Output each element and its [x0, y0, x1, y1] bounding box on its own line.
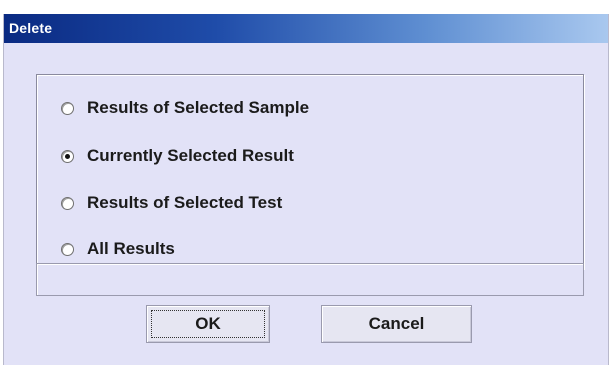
focus-ring	[151, 310, 265, 338]
title-bar[interactable]: Delete	[4, 14, 608, 43]
option-currently-selected-result[interactable]: Currently Selected Result	[61, 145, 294, 167]
status-field	[36, 263, 584, 296]
radio-button-icon[interactable]	[61, 242, 74, 256]
option-results-of-selected-sample[interactable]: Results of Selected Sample	[61, 97, 309, 119]
option-all-results[interactable]: All Results	[61, 238, 175, 260]
radio-button-icon[interactable]	[61, 101, 74, 115]
cancel-button[interactable]: Cancel	[321, 305, 472, 343]
cancel-button-label: Cancel	[368, 314, 425, 333]
radio-button-icon[interactable]	[61, 196, 74, 210]
option-label: Results of Selected Test	[87, 193, 283, 212]
dialog-title: Delete	[9, 20, 53, 36]
delete-dialog: Delete Results of Selected Sample Curren…	[3, 14, 609, 365]
radio-button-checked-icon[interactable]	[61, 149, 74, 163]
ok-button[interactable]: OK	[146, 305, 270, 343]
option-results-of-selected-test[interactable]: Results of Selected Test	[61, 192, 282, 214]
option-label: All Results	[87, 239, 175, 258]
option-label: Currently Selected Result	[87, 146, 294, 165]
option-label: Results of Selected Sample	[87, 98, 310, 117]
delete-options-group: Results of Selected Sample Currently Sel…	[36, 74, 584, 269]
